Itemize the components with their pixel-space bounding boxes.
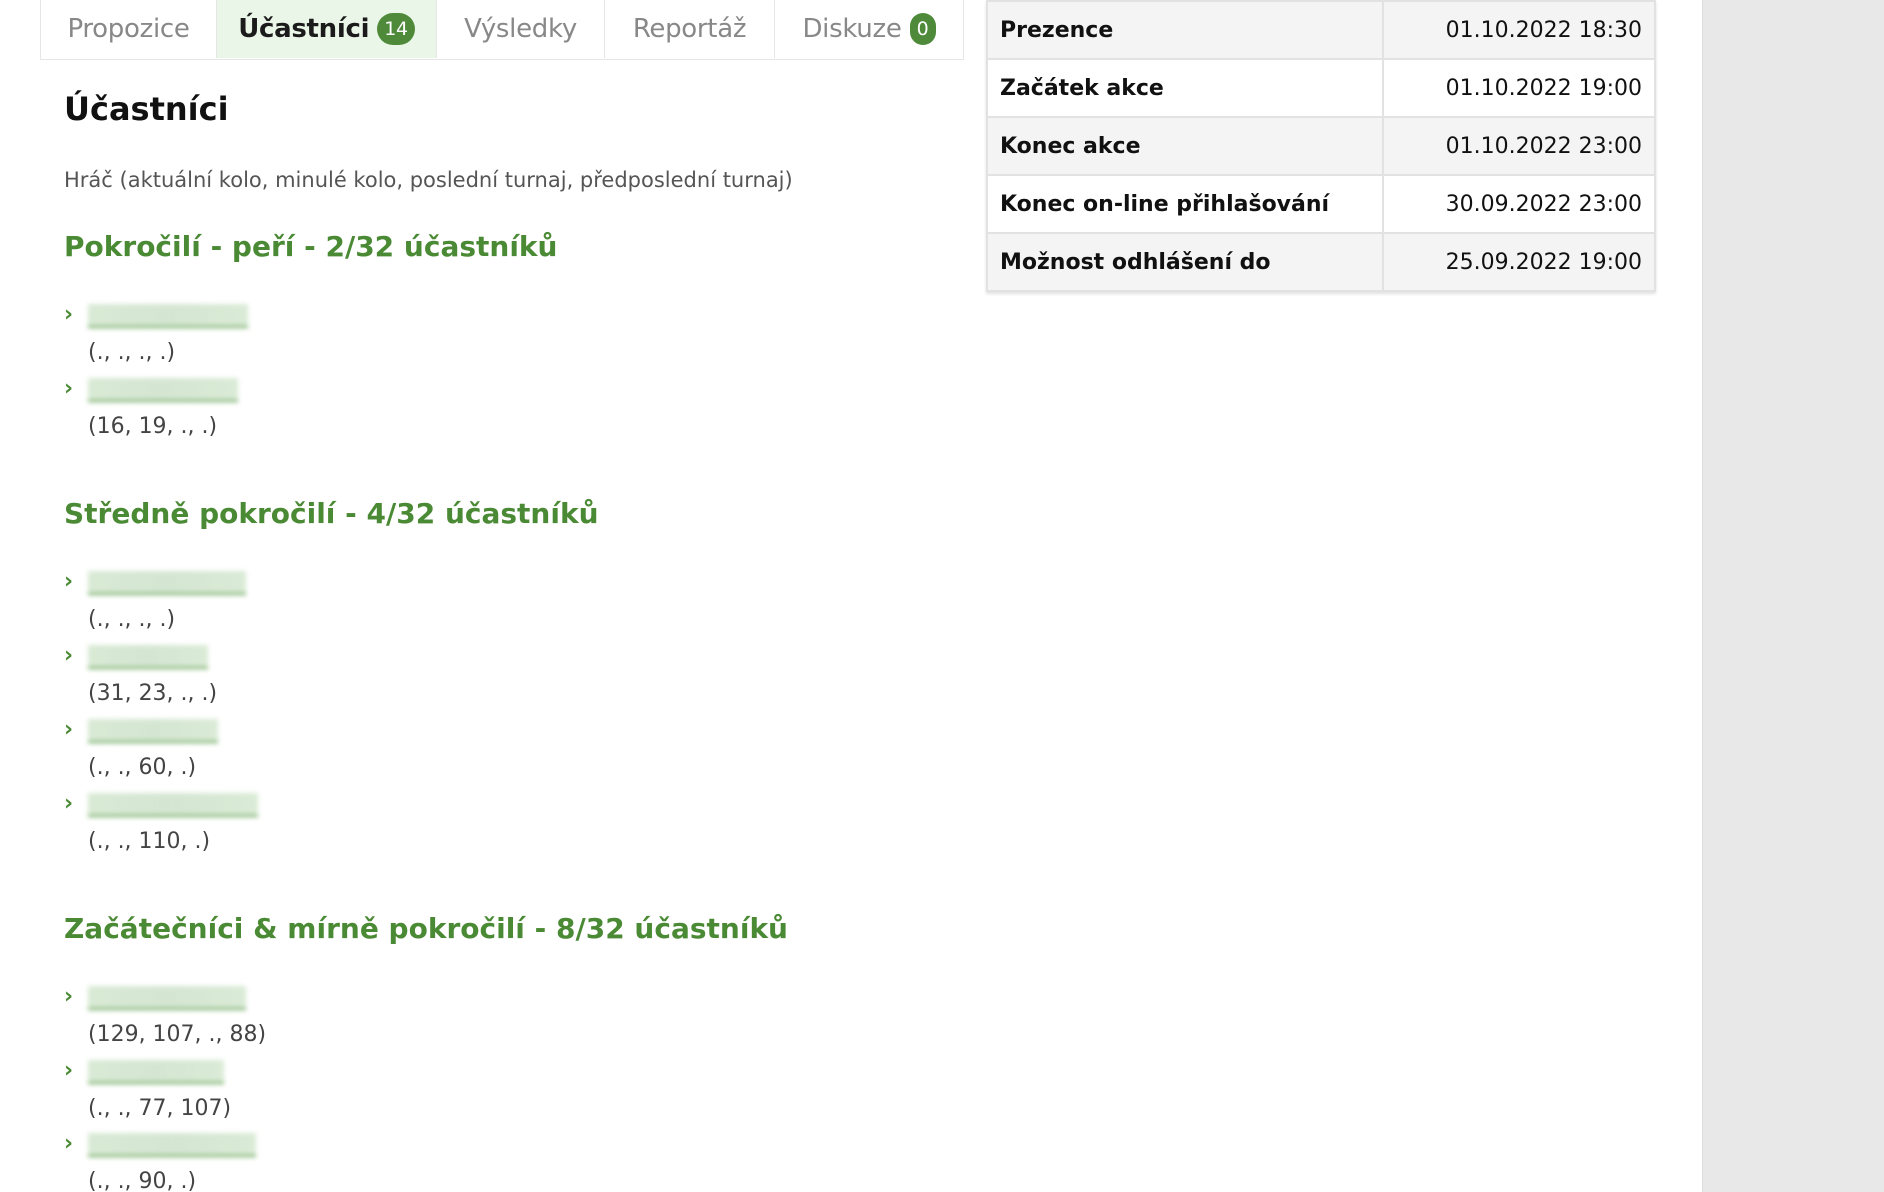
schedule-value: 01.10.2022 19:00 [1382,58,1656,118]
chevron-right-icon: › [64,376,74,401]
schedule-label: Začátek akce [986,58,1384,118]
player-stats: (., ., 90, .) [88,1169,197,1192]
page-title: Účastníci [64,90,229,128]
group-title-intermediate: Středně pokročilí - 4/32 účastníků [64,497,599,530]
schedule-label: Prezence [986,0,1384,60]
chevron-right-icon: › [64,302,74,327]
stats-legend: Hráč (aktuální kolo, minulé kolo, posled… [64,168,793,192]
schedule-label: Konec on-line přihlašování [986,174,1384,234]
list-item: › (., ., 110, .) [64,791,664,861]
participants-count-badge: 14 [377,13,415,45]
tab-vysledky[interactable]: Výsledky [437,0,605,58]
chevron-right-icon: › [64,984,74,1009]
player-name-link[interactable] [88,719,218,743]
tab-reportaz[interactable]: Reportáž [605,0,775,58]
table-row: Konec akce 01.10.2022 23:00 [986,116,1656,176]
tab-bar: Propozice Účastníci 14 Výsledky Reportáž… [40,0,964,60]
list-item: › (., ., 90, .) [64,1131,664,1192]
chevron-right-icon: › [64,1131,74,1156]
list-item: › (129, 107, ., 88) [64,984,664,1054]
player-stats: (129, 107, ., 88) [88,1022,267,1047]
list-item: › (31, 23, ., .) [64,643,664,713]
discussion-count-badge: 0 [909,13,936,45]
list-item: › (16, 19, ., .) [64,376,664,446]
list-item: › (., ., ., .) [64,302,664,372]
player-stats: (., ., 77, 107) [88,1096,232,1121]
player-name-link[interactable] [88,986,246,1010]
chevron-right-icon: › [64,569,74,594]
page-sidebar-background [1702,0,1884,1192]
tab-diskuze[interactable]: Diskuze 0 [775,0,963,58]
schedule-label: Konec akce [986,116,1384,176]
player-stats: (31, 23, ., .) [88,681,218,706]
player-name-link[interactable] [88,793,258,817]
player-name-link[interactable] [88,571,246,595]
table-row: Začátek akce 01.10.2022 19:00 [986,58,1656,118]
event-schedule-table: Prezence 01.10.2022 18:30 Začátek akce 0… [986,0,1656,292]
chevron-right-icon: › [64,643,74,668]
player-stats: (., ., 110, .) [88,829,211,854]
list-item: › (., ., 60, .) [64,717,664,787]
schedule-label: Možnost odhlášení do [986,232,1384,292]
chevron-right-icon: › [64,1058,74,1083]
tab-label: Reportáž [632,14,747,44]
player-name-link[interactable] [88,304,248,328]
player-stats: (., ., 60, .) [88,755,197,780]
list-item: › (., ., 77, 107) [64,1058,664,1128]
tab-ucastnici[interactable]: Účastníci 14 [217,0,437,58]
tab-label: Diskuze [802,14,902,44]
chevron-right-icon: › [64,717,74,742]
player-stats: (., ., ., .) [88,340,176,365]
tab-propozice[interactable]: Propozice [41,0,217,58]
tab-label: Výsledky [464,14,577,44]
player-name-link[interactable] [88,645,208,669]
group-title-advanced: Pokročilí - peří - 2/32 účastníků [64,230,558,263]
schedule-value: 01.10.2022 18:30 [1382,0,1656,60]
table-row: Konec on-line přihlašování 30.09.2022 23… [986,174,1656,234]
chevron-right-icon: › [64,791,74,816]
player-stats: (16, 19, ., .) [88,414,218,439]
group-title-beginners: Začátečníci & mírně pokročilí - 8/32 úča… [64,912,788,945]
player-name-link[interactable] [88,1060,224,1084]
tab-label: Účastníci [238,14,370,44]
schedule-value: 30.09.2022 23:00 [1382,174,1656,234]
player-name-link[interactable] [88,378,238,402]
table-row: Prezence 01.10.2022 18:30 [986,0,1656,60]
list-item: › (., ., ., .) [64,569,664,639]
player-name-link[interactable] [88,1133,256,1157]
schedule-value: 25.09.2022 19:00 [1382,232,1656,292]
tab-label: Propozice [67,14,190,44]
table-row: Možnost odhlášení do 25.09.2022 19:00 [986,232,1656,292]
schedule-value: 01.10.2022 23:00 [1382,116,1656,176]
player-stats: (., ., ., .) [88,607,176,632]
